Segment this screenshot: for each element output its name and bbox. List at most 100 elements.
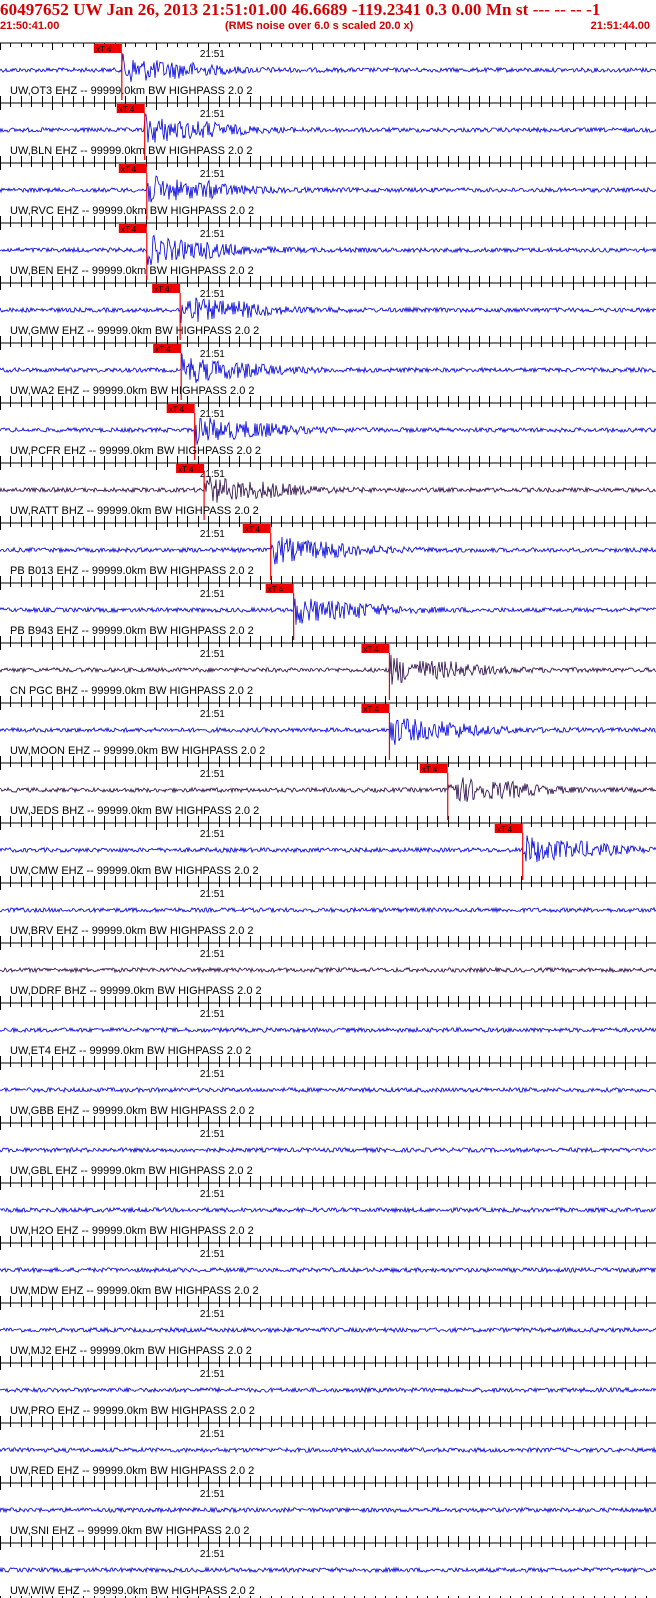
- minute-label: 21:51: [200, 49, 225, 60]
- waveform-trace: [0, 53, 656, 82]
- trace-group: 21:51 xT 4 CN PGC BHZ -- 99999.0km BW HIGH…: [0, 642, 656, 703]
- station-label: UW,RATT BHZ -- 99999.0km BW HIGHPASS 2.0…: [10, 505, 259, 517]
- minute-label: 21:51: [200, 1009, 225, 1020]
- station-label: UW,RED EHZ -- 99999.0km BW HIGHPASS 2.0 …: [10, 1465, 254, 1477]
- pick-label: xT 4: [363, 645, 379, 654]
- waveform-trace: [0, 297, 656, 324]
- trace-group: 21:51 xT 4 UW,MOON EHZ -- 99999.0km BW HIG…: [0, 702, 656, 763]
- waveform-trace: [0, 1146, 656, 1154]
- station-label: UW,DDRF BHZ -- 99999.0km BW HIGHPASS 2.0…: [10, 985, 262, 997]
- trace-group: 21:51 UW,MDW EHZ -- 99999.0km BW HIGHPASS…: [0, 1242, 656, 1303]
- pick-label: xT 4: [245, 525, 261, 534]
- trace-group: 21:51 UW,PRO EHZ -- 99999.0km BW HIGHPASS…: [0, 1362, 656, 1423]
- waveform-trace: [0, 1086, 656, 1094]
- station-label: UW,WIW EHZ -- 99999.0km BW HIGHPASS 2.0 …: [10, 1585, 255, 1597]
- waveform-trace: [0, 1386, 656, 1394]
- minute-label: 21:51: [200, 229, 225, 240]
- pick-label: xT 4: [155, 345, 171, 354]
- station-label: CN PGC BHZ -- 99999.0km BW HIGHPASS 2.0 …: [10, 685, 253, 697]
- trace-group: 21:51 xT 4 UW,RVC EHZ -- 99999.0km BW HIGH…: [0, 162, 656, 223]
- waveform-trace: [0, 417, 656, 447]
- station-label: UW,OT3 EHZ -- 99999.0km BW HIGHPASS 2.0 …: [10, 85, 252, 97]
- waveform-trace: [0, 718, 656, 745]
- pick-label: xT 4: [96, 45, 112, 54]
- trace-group: 21:51 UW,DDRF BHZ -- 99999.0km BW HIGHPAS…: [0, 942, 656, 1003]
- minute-label: 21:51: [200, 829, 225, 840]
- trace-group: 21:51 UW,WIW EHZ -- 99999.0km BW HIGHPASS…: [0, 1542, 656, 1598]
- station-label: PB B013 EHZ -- 99999.0km BW HIGHPASS 2.0…: [10, 565, 254, 577]
- waveform-trace: [0, 1026, 656, 1034]
- minute-label: 21:51: [200, 589, 225, 600]
- pick-label: xT 4: [154, 285, 170, 294]
- station-label: UW,CMW EHZ -- 99999.0km BW HIGHPASS 2.0 …: [10, 865, 259, 877]
- event-title: 60497652 UW Jan 26, 2013 21:51:01.00 46.…: [0, 0, 601, 19]
- waveform-trace: [0, 1266, 656, 1274]
- trace-group: 21:51 xT 4 PB B013 EHZ -- 99999.0km BW HIG…: [0, 522, 656, 583]
- station-label: UW,BLN EHZ -- 99999.0km BW HIGHPASS 2.0 …: [10, 145, 252, 157]
- trace-group: 21:51 UW,H2O EHZ -- 99999.0km BW HIGHPASS…: [0, 1182, 656, 1243]
- minute-label: 21:51: [200, 1549, 225, 1560]
- minute-label: 21:51: [200, 1489, 225, 1500]
- minute-label: 21:51: [200, 1369, 225, 1380]
- trace-group: 21:51 xT 4 UW,PCFR EHZ -- 99999.0km BW HIG…: [0, 402, 656, 463]
- station-label: UW,MDW EHZ -- 99999.0km BW HIGHPASS 2.0 …: [10, 1285, 259, 1297]
- trace-group: 21:51 xT 4 UW,WA2 EHZ -- 99999.0km BW HIGH…: [0, 342, 656, 403]
- minute-label: 21:51: [200, 649, 225, 660]
- pick-label: xT 4: [119, 105, 135, 114]
- waveform-trace: [0, 654, 656, 685]
- minute-label: 21:51: [200, 409, 225, 420]
- trace-group: 21:51 xT 4 UW,BEN EHZ -- 99999.0km BW HIGH…: [0, 222, 656, 283]
- pick-label: xT 4: [169, 405, 185, 414]
- station-label: UW,SNI EHZ -- 99999.0km BW HIGHPASS 2.0 …: [10, 1525, 249, 1537]
- station-label: UW,H2O EHZ -- 99999.0km BW HIGHPASS 2.0 …: [10, 1225, 254, 1237]
- trace-group: 21:51 xT 4 UW,JEDS BHZ -- 99999.0km BW HIG…: [0, 762, 656, 823]
- trace-group: 21:51 UW,MJ2 EHZ -- 99999.0km BW HIGHPASS…: [0, 1302, 656, 1363]
- station-label: UW,GMW EHZ -- 99999.0km BW HIGHPASS 2.0 …: [10, 325, 259, 337]
- station-label: UW,PCFR EHZ -- 99999.0km BW HIGHPASS 2.0…: [10, 445, 261, 457]
- waveform-trace: [0, 175, 656, 203]
- station-label: UW,MOON EHZ -- 99999.0km BW HIGHPASS 2.0…: [10, 745, 265, 757]
- minute-label: 21:51: [200, 169, 225, 180]
- waveform-trace: [0, 1206, 656, 1214]
- trace-group: 21:51 xT 4 UW,GMW EHZ -- 99999.0km BW HIGH…: [0, 282, 656, 343]
- waveform-trace: [0, 777, 656, 802]
- waveform-trace: [0, 1326, 656, 1334]
- station-label: UW,BRV EHZ -- 99999.0km BW HIGHPASS 2.0 …: [10, 925, 254, 937]
- waveform-trace: [0, 966, 656, 974]
- minute-label: 21:51: [200, 949, 225, 960]
- waveform-trace: [0, 353, 656, 383]
- pick-label: xT 4: [178, 465, 194, 474]
- minute-label: 21:51: [200, 529, 225, 540]
- minute-label: 21:51: [200, 1069, 225, 1080]
- minute-label: 21:51: [200, 709, 225, 720]
- minute-label: 21:51: [200, 1429, 225, 1440]
- trace-group: 21:51 UW,RED EHZ -- 99999.0km BW HIGHPASS…: [0, 1422, 656, 1483]
- minute-label: 21:51: [200, 349, 225, 360]
- trace-group: 21:51 xT 4 UW,OT3 EHZ -- 99999.0km BW HIGH…: [0, 42, 656, 103]
- waveform-trace: [0, 835, 656, 863]
- pick-label: xT 4: [121, 165, 137, 174]
- minute-label: 21:51: [200, 1249, 225, 1260]
- station-label: PB B943 EHZ -- 99999.0km BW HIGHPASS 2.0…: [10, 625, 254, 637]
- minute-label: 21:51: [200, 889, 225, 900]
- scale-note: (RMS noise over 6.0 s scaled 20.0 x): [225, 20, 414, 32]
- waveform-trace: [0, 476, 656, 503]
- waveform-trace: [0, 598, 656, 625]
- pick-label: xT 4: [363, 705, 379, 714]
- station-label: UW,MJ2 EHZ -- 99999.0km BW HIGHPASS 2.0 …: [10, 1345, 252, 1357]
- trace-group: 21:51 UW,BRV EHZ -- 99999.0km BW HIGHPASS…: [0, 882, 656, 943]
- start-time: 21:50:41.00: [0, 20, 60, 32]
- minute-label: 21:51: [200, 109, 225, 120]
- waveform-trace: [0, 234, 656, 266]
- waveform-trace: [0, 1446, 656, 1454]
- waveform-trace: [0, 906, 656, 914]
- trace-group: 21:51 UW,GBL EHZ -- 99999.0km BW HIGHPASS…: [0, 1122, 656, 1183]
- station-label: UW,PRO EHZ -- 99999.0km BW HIGHPASS 2.0 …: [10, 1405, 255, 1417]
- station-label: UW,GBL EHZ -- 99999.0km BW HIGHPASS 2.0 …: [10, 1165, 253, 1177]
- trace-group: 21:51 xT 4 UW,BLN EHZ -- 99999.0km BW HIGH…: [0, 102, 656, 163]
- trace-group: 21:51 UW,GBB EHZ -- 99999.0km BW HIGHPASS…: [0, 1062, 656, 1123]
- minute-label: 21:51: [200, 289, 225, 300]
- pick-label: xT 4: [268, 585, 284, 594]
- station-label: UW,GBB EHZ -- 99999.0km BW HIGHPASS 2.0 …: [10, 1105, 254, 1117]
- trace-group: 21:51 xT 4 PB B943 EHZ -- 99999.0km BW HIG…: [0, 582, 656, 643]
